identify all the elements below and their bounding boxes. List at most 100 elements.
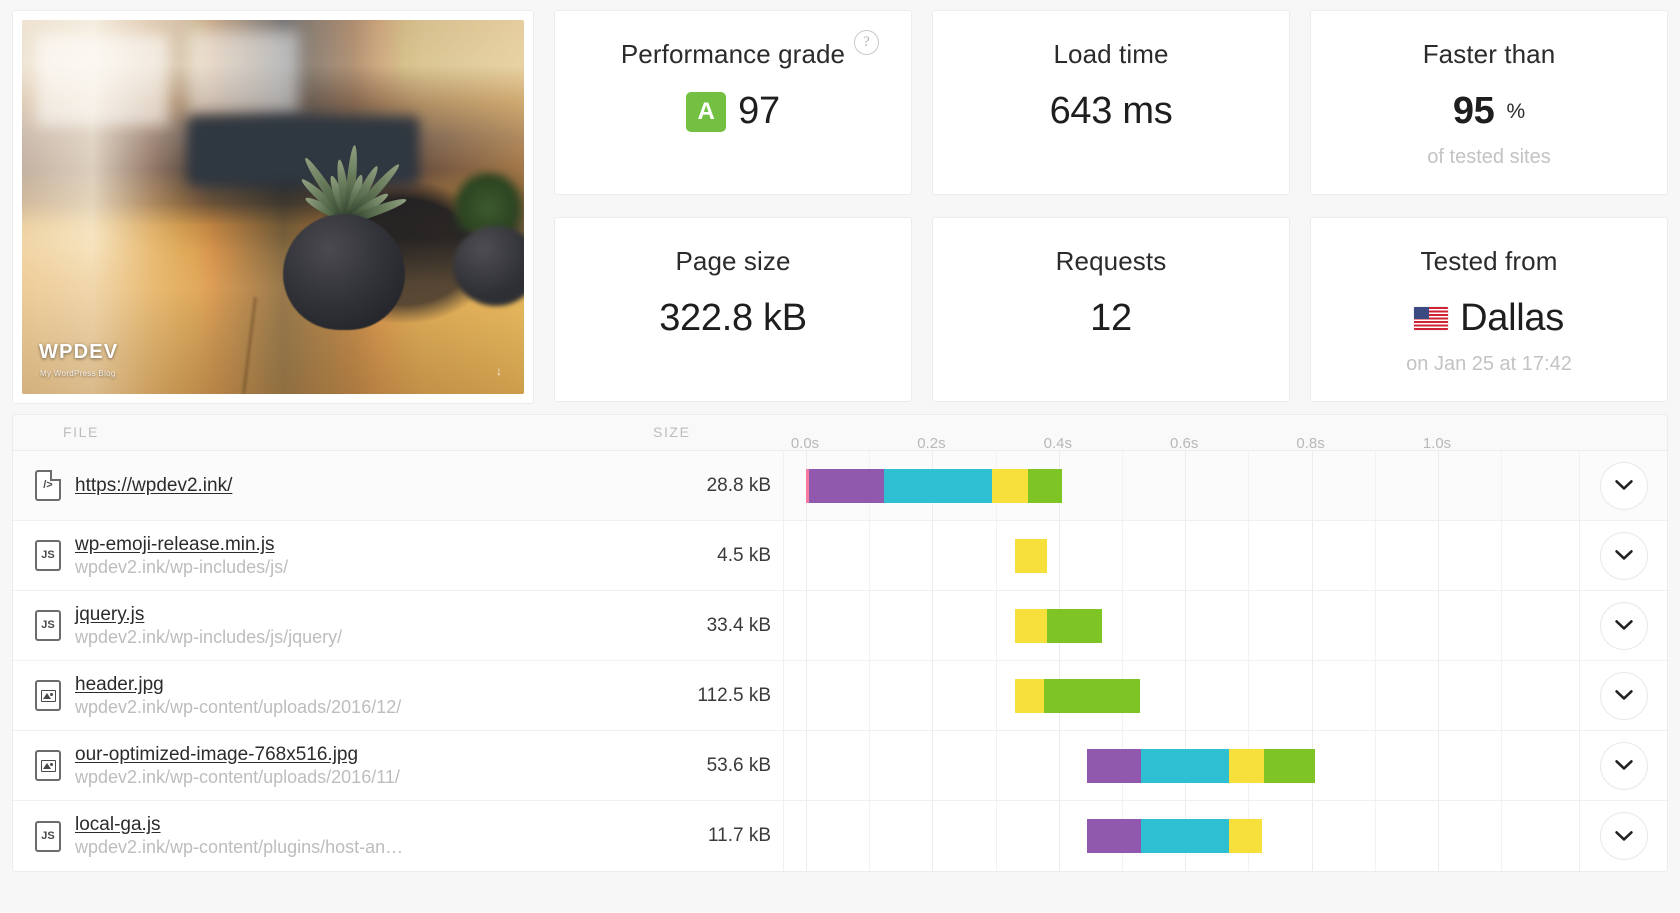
file-path: wpdev2.ink/wp-content/uploads/2016/12/ (75, 696, 402, 717)
file-text: header.jpg wpdev2.ink/wp-content/uploads/… (75, 674, 401, 718)
image-file-icon (35, 750, 61, 781)
file-icon-glyph: JS (41, 829, 55, 842)
file-icon-glyph: JS (41, 549, 55, 561)
size-cell: 11.7 kB (707, 825, 771, 846)
metric-card-performance-grade: Performance grade ? A 97 (554, 10, 912, 195)
screenshot-window-blur-2 (187, 31, 299, 114)
table-row[interactable]: JS wp-emoji-release.min.js wpdev2.ink/wp-i… (13, 521, 1667, 591)
chevron-down-icon[interactable] (1599, 601, 1648, 650)
expand-cell (1579, 591, 1667, 660)
waterfall-segment-wait (1229, 819, 1263, 853)
file-path: wpdev2.ink/wp-content/plugins/host-an… (75, 837, 404, 857)
waterfall-segment-receive (1047, 608, 1102, 643)
metric-value-row: 12 (1090, 297, 1132, 340)
metric-value: 97 (738, 90, 780, 132)
timeline-cell (783, 521, 1579, 590)
file-icon-glyph (40, 759, 56, 772)
metric-value: 322.8 kB (659, 297, 807, 339)
metrics-grid: Performance grade ? A 97 Load time 643 m… (554, 10, 1668, 404)
timeline-gridlines (784, 661, 1579, 730)
file-text: local-ga.js wpdev2.ink/wp-content/plugins… (75, 814, 403, 858)
file-cell: header.jpg wpdev2.ink/wp-content/uploads/… (13, 661, 653, 730)
table-header-row: FILE SIZE 0.0s 0.2s 0.4s 0.6s 0.8s 1.0s (13, 415, 1667, 469)
html-file-icon: /> (35, 470, 61, 501)
file-icon-glyph (40, 689, 56, 702)
file-cell: JS wp-emoji-release.min.js wpdev2.ink/wp-i… (13, 521, 653, 590)
screenshot-brand-text: WPDEV (39, 341, 119, 363)
metric-value: 643 ms (1049, 90, 1173, 132)
table-row[interactable]: our-optimized-image-768x516.jpg wpdev2.in… (13, 731, 1667, 801)
size-cell: 28.8 kB (706, 474, 771, 496)
waterfall-bar[interactable] (1087, 819, 1263, 853)
file-link[interactable]: https://wpdev2.ink/ (75, 475, 232, 497)
screenshot-tagline-text: My WordPress Blog (40, 369, 116, 378)
metric-value: 12 (1090, 297, 1132, 339)
waterfall-segment-connect (1140, 819, 1230, 853)
metric-subtext: on Jan 25 at 17:42 (1406, 353, 1572, 375)
file-link[interactable]: header.jpg (75, 674, 401, 696)
waterfall-bar[interactable] (1014, 538, 1048, 573)
site-screenshot-card[interactable]: WPDEV My WordPress Blog ↓ (12, 10, 534, 404)
file-text: wp-emoji-release.min.js wpdev2.ink/wp-inc… (75, 534, 288, 578)
axis-tick-label: 0.0s (790, 434, 820, 452)
waterfall-bar[interactable] (806, 468, 1062, 503)
waterfall-segment-wait (991, 468, 1028, 503)
metric-card-load-time: Load time 643 ms (932, 10, 1290, 195)
screenshot-window-blur (37, 34, 168, 125)
file-link[interactable]: our-optimized-image-768x516.jpg (75, 744, 400, 766)
table-row[interactable]: JS local-ga.js wpdev2.ink/wp-content/plugi… (13, 801, 1667, 871)
timeline-cell (783, 591, 1579, 660)
metric-card-tested-from: Tested from Dallas on Jan 25 at 17:42 (1310, 217, 1668, 402)
screenshot-plant-pot (283, 214, 406, 331)
file-cell: JS local-ga.js wpdev2.ink/wp-content/plugi… (13, 801, 653, 871)
metric-title: Tested from (1420, 246, 1558, 276)
metric-value-row: 95 % (1453, 90, 1525, 133)
timeline-cell (783, 661, 1579, 730)
size-cell: 53.6 kB (706, 754, 771, 776)
file-link[interactable]: local-ga.js (75, 814, 403, 836)
metric-value-row: A 97 (686, 90, 780, 133)
file-text: https://wpdev2.ink/ (75, 475, 232, 497)
file-cell: JS jquery.js wpdev2.ink/wp-includes/js/jqu… (13, 591, 653, 660)
chevron-down-icon[interactable] (1599, 671, 1648, 720)
metric-title: Load time (1053, 39, 1169, 69)
file-link[interactable]: wp-emoji-release.min.js (75, 534, 288, 556)
metric-title: Page size (675, 246, 791, 276)
screenshot-background-plant (452, 169, 524, 232)
axis-tick-label: 1.0s (1422, 434, 1452, 452)
chevron-down-icon[interactable] (1599, 741, 1648, 790)
metric-value-row: 322.8 kB (659, 297, 807, 340)
file-link[interactable]: jquery.js (75, 604, 342, 626)
file-cell: /> https://wpdev2.ink/ (13, 451, 653, 520)
screenshot-plant (288, 106, 408, 226)
chevron-down-icon[interactable] (1599, 461, 1648, 510)
table-header-size: SIZE (653, 423, 691, 440)
expand-cell (1579, 801, 1667, 871)
waterfall-bar[interactable] (1014, 678, 1141, 713)
file-text: jquery.js wpdev2.ink/wp-includes/js/jquer… (75, 604, 342, 648)
waterfall-segment-ssl (808, 468, 884, 503)
timeline-cell (783, 451, 1579, 520)
waterfall-segment-wait (1229, 748, 1265, 783)
waterfall-bar[interactable] (1014, 608, 1102, 643)
timeline-gridlines (784, 591, 1579, 660)
site-screenshot-image: WPDEV My WordPress Blog ↓ (22, 20, 524, 394)
waterfall-segment-receive (1027, 468, 1062, 503)
table-row[interactable]: header.jpg wpdev2.ink/wp-content/uploads/… (13, 661, 1667, 731)
size-cell: 33.4 kB (706, 614, 771, 636)
expand-cell (1579, 521, 1667, 590)
file-path: wpdev2.ink/wp-includes/js/jquery/ (75, 626, 343, 647)
table-header-file: FILE (63, 423, 99, 440)
metric-value-row: Dallas (1414, 297, 1564, 340)
metric-value-row: 643 ms (1050, 90, 1173, 133)
waterfall-segment-connect (883, 468, 992, 503)
table-row[interactable]: /> https://wpdev2.ink/28.8 kB (13, 451, 1667, 521)
help-icon[interactable]: ? (854, 30, 879, 55)
axis-tick-label: 0.4s (1043, 434, 1072, 452)
waterfall-bar[interactable] (1087, 748, 1315, 783)
chevron-down-icon[interactable] (1599, 531, 1648, 580)
metric-card-faster-than: Faster than 95 % of tested sites (1310, 10, 1668, 195)
chevron-down-icon[interactable] (1599, 812, 1648, 860)
table-row[interactable]: JS jquery.js wpdev2.ink/wp-includes/js/jqu… (13, 591, 1667, 661)
expand-cell (1579, 451, 1667, 520)
